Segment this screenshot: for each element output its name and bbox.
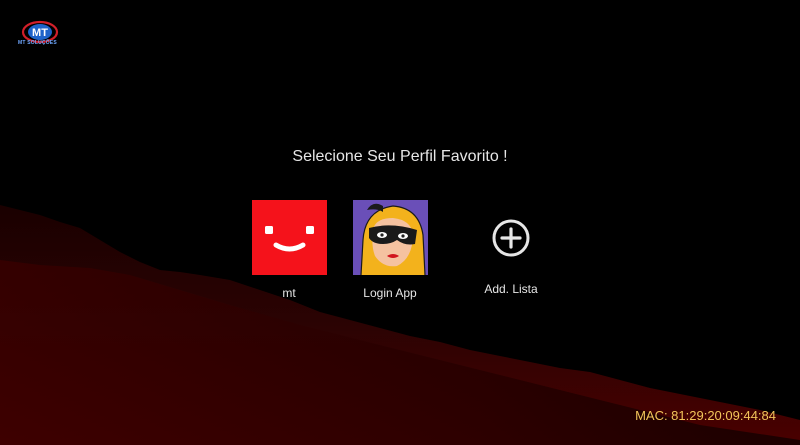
profile-login-app[interactable]: Login App — [345, 200, 435, 300]
svg-text:MT: MT — [32, 27, 48, 39]
add-list-icon-wrap — [474, 200, 549, 275]
mac-address: MAC: 81:29:20:09:44:84 — [635, 408, 776, 423]
smiley-face-icon — [251, 200, 327, 275]
logo-caption: MT SOLUÇÕES — [18, 40, 57, 46]
profile-label: mt — [282, 286, 296, 300]
profile-mt[interactable]: mt — [244, 200, 334, 300]
masked-woman-avatar-icon — [352, 200, 428, 275]
profile-label: Login App — [363, 286, 417, 300]
page-title: Selecione Seu Perfil Favorito ! — [292, 148, 508, 165]
add-list-button[interactable]: Add. Lista — [466, 200, 556, 296]
profile-selection-screen: MT MT SOLUÇÕES Selecione Seu Perfil Favo… — [0, 0, 800, 445]
plus-circle-icon — [492, 219, 530, 256]
add-list-label: Add. Lista — [484, 282, 538, 296]
